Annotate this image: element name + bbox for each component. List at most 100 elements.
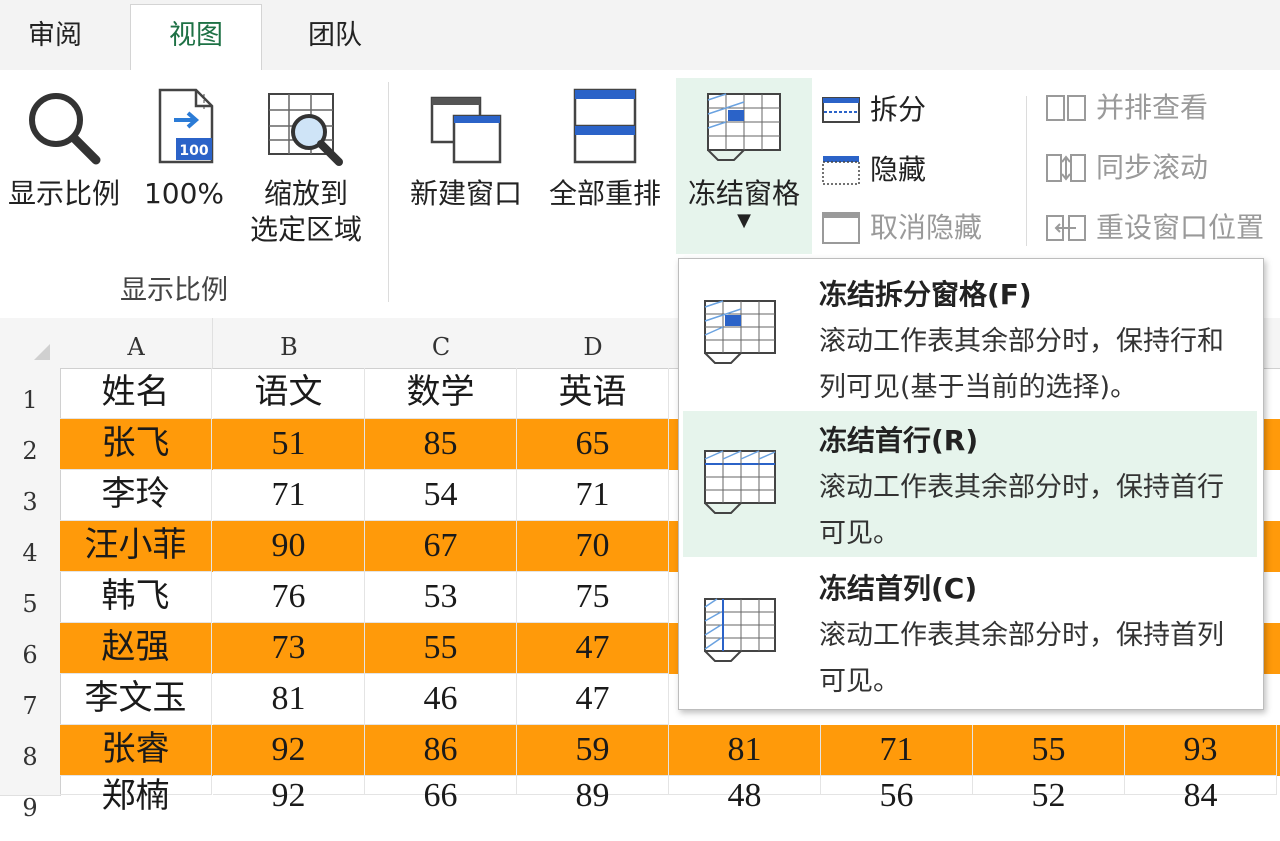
table-cell[interactable]: 71 <box>821 725 973 776</box>
table-cell[interactable]: 59 <box>517 725 669 776</box>
table-cell[interactable]: 71 <box>213 470 365 521</box>
zoom-label: 显示比例 <box>7 177 120 210</box>
table-cell[interactable]: 65 <box>517 419 669 470</box>
menu-item-freeze-top-row[interactable]: 冻结首行(R) 滚动工作表其余部分时，保持首行可见。 <box>683 411 1257 557</box>
select-all-corner[interactable] <box>0 318 61 369</box>
table-cell[interactable]: 46 <box>365 674 517 725</box>
freeze-first-column-icon <box>704 598 776 662</box>
table-cell[interactable]: 汪小菲 <box>60 521 212 572</box>
table-cell[interactable]: 54 <box>365 470 517 521</box>
unhide-label: 取消隐藏 <box>870 211 983 244</box>
table-cell[interactable]: 81 <box>213 674 365 725</box>
table-cell[interactable]: 73 <box>213 623 365 674</box>
table-cell[interactable]: 92 <box>213 725 365 776</box>
table-cell[interactable]: 93 <box>1125 725 1277 776</box>
sync-scroll-button[interactable]: 同步滚动 <box>1046 148 1208 188</box>
row-header[interactable]: 5 <box>0 572 61 624</box>
zoom-100-button[interactable]: 100 100% <box>134 88 234 212</box>
menu-item-title: 冻结首列(C) <box>819 572 978 605</box>
hide-label: 隐藏 <box>870 153 927 186</box>
side-by-side-button[interactable]: 并排查看 <box>1046 88 1208 128</box>
column-header[interactable]: A <box>60 318 213 369</box>
table-cell[interactable]: 71 <box>517 470 669 521</box>
arrange-all-icon <box>573 88 637 164</box>
table-cell[interactable]: 51 <box>213 419 365 470</box>
table-cell[interactable]: 韩飞 <box>60 572 212 623</box>
table-cell[interactable]: 55 <box>973 725 1125 776</box>
zoom-100-label: 100% <box>143 177 225 210</box>
table-cell[interactable]: 语文 <box>213 368 365 419</box>
table-cell[interactable]: 90 <box>213 521 365 572</box>
table-cell[interactable]: 48 <box>669 776 821 814</box>
split-button[interactable]: 拆分 <box>822 90 926 130</box>
table-cell[interactable]: 86 <box>365 725 517 776</box>
table-cell[interactable]: 张睿 <box>60 725 212 776</box>
table-cell[interactable]: 75 <box>517 572 669 623</box>
arrange-all-button[interactable]: 全部重排 <box>540 88 670 212</box>
freeze-panes-label: 冻结窗格 <box>687 177 800 210</box>
menu-item-freeze-panes[interactable]: 冻结拆分窗格(F) 滚动工作表其余部分时，保持行和列可见(基于当前的选择)。 <box>683 263 1257 405</box>
row-header[interactable]: 4 <box>0 521 61 573</box>
table-cell[interactable]: 赵强 <box>60 623 212 674</box>
table-cell[interactable]: 84 <box>1125 776 1277 814</box>
reset-window-position-button[interactable]: 重设窗口位置 <box>1046 208 1264 248</box>
hide-button[interactable]: 隐藏 <box>822 150 926 190</box>
unhide-button[interactable]: 取消隐藏 <box>822 208 982 248</box>
table-cell[interactable]: 55 <box>365 623 517 674</box>
tab-review[interactable]: 审阅 <box>10 0 100 70</box>
row-header[interactable]: 9 <box>0 776 61 822</box>
table-cell[interactable]: 92 <box>213 776 365 814</box>
table-cell[interactable]: 姓名 <box>60 368 212 419</box>
select-all-triangle-icon <box>34 344 50 360</box>
table-cell[interactable]: 66 <box>365 776 517 814</box>
table-cell[interactable]: 81 <box>669 725 821 776</box>
table-cell[interactable]: 英语 <box>517 368 669 419</box>
table-cell[interactable]: 53 <box>365 572 517 623</box>
row-header[interactable]: 7 <box>0 674 61 726</box>
table-cell[interactable]: 数学 <box>365 368 517 419</box>
column-header[interactable]: C <box>365 318 518 369</box>
table-cell[interactable]: 67 <box>365 521 517 572</box>
split-label: 拆分 <box>870 93 927 126</box>
zoom-to-selection-button[interactable]: 缩放到 选定区域 <box>238 88 374 248</box>
freeze-panes-button[interactable]: 冻结窗格 ▼ <box>676 78 812 254</box>
tab-team[interactable]: 团队 <box>285 0 385 70</box>
menu-item-freeze-first-column[interactable]: 冻结首列(C) 滚动工作表其余部分时，保持首列可见。 <box>683 559 1257 705</box>
side-by-side-label: 并排查看 <box>1096 91 1209 124</box>
column-header[interactable]: B <box>213 318 366 369</box>
tab-view[interactable]: 视图 <box>130 4 262 76</box>
table-cell[interactable]: 李玲 <box>60 470 212 521</box>
table-cell[interactable]: 郑楠 <box>60 776 212 816</box>
table-cell[interactable]: 89 <box>517 776 669 814</box>
sync-scroll-icon <box>1046 154 1086 182</box>
menu-item-desc: 滚动工作表其余部分时，保持首列可见。 <box>819 620 1224 697</box>
freeze-panes-icon <box>704 300 776 364</box>
zoom-button[interactable]: 显示比例 <box>0 88 128 212</box>
reset-position-icon <box>1046 215 1086 241</box>
menu-item-title: 冻结拆分窗格(F) <box>819 278 1032 311</box>
row-header[interactable]: 2 <box>0 419 61 471</box>
column-header[interactable]: D <box>517 318 670 369</box>
table-cell[interactable]: 李文玉 <box>60 674 212 725</box>
ribbon-tab-bar: 审阅 视图 团队 <box>0 0 1280 76</box>
zoom-selection-icon <box>268 93 343 166</box>
table-cell[interactable]: 52 <box>973 776 1125 814</box>
table-cell[interactable]: 47 <box>517 623 669 674</box>
freeze-top-row-icon <box>704 450 776 514</box>
menu-item-desc: 滚动工作表其余部分时，保持首行可见。 <box>819 472 1224 549</box>
table-cell[interactable]: 70 <box>517 521 669 572</box>
row-header[interactable]: 8 <box>0 725 61 777</box>
group-separator <box>388 82 389 302</box>
row-header[interactable]: 1 <box>0 368 61 420</box>
table-cell[interactable]: 56 <box>821 776 973 814</box>
table-cell[interactable]: 76 <box>213 572 365 623</box>
new-window-button[interactable]: 新建窗口 <box>400 88 532 212</box>
hide-window-icon <box>822 156 860 185</box>
row-header[interactable]: 3 <box>0 470 61 522</box>
arrange-all-label: 全部重排 <box>548 177 661 210</box>
table-cell[interactable]: 85 <box>365 419 517 470</box>
table-cell[interactable]: 张飞 <box>60 419 212 470</box>
freeze-panes-icon <box>707 93 781 161</box>
row-header[interactable]: 6 <box>0 623 61 675</box>
table-cell[interactable]: 47 <box>517 674 669 725</box>
